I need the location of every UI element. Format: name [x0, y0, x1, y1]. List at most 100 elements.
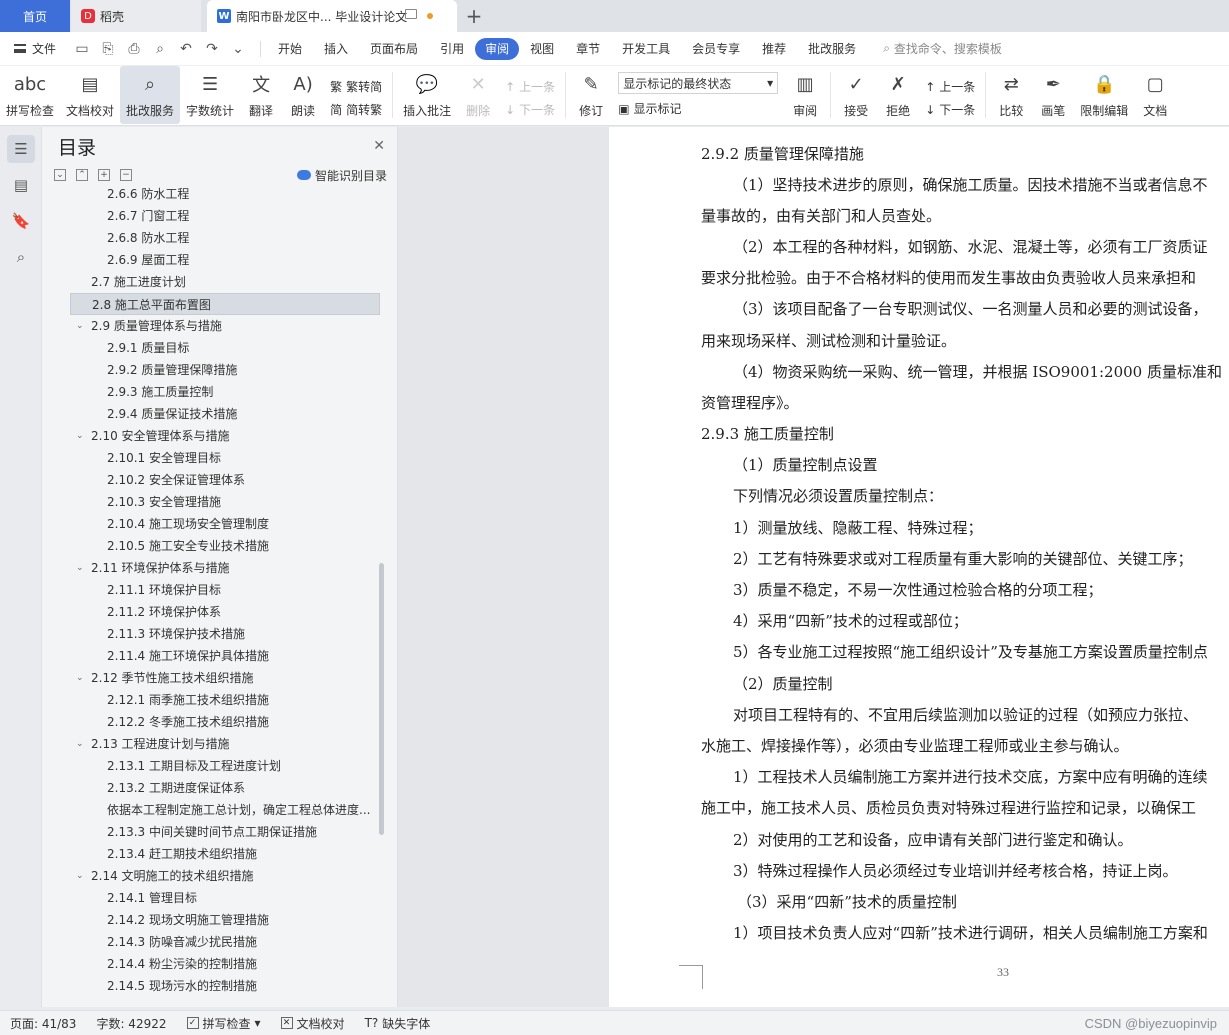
menu-grading-service[interactable]: 批改服务: [797, 38, 867, 60]
toc-item[interactable]: 2.7 施工进度计划: [70, 271, 380, 293]
chevron-down-icon[interactable]: ⌄: [76, 667, 84, 689]
doc-rights-button[interactable]: ▢ 文档: [1134, 66, 1176, 124]
bookmark-icon[interactable]: 🔖: [7, 207, 35, 235]
close-icon[interactable]: ✕: [373, 138, 385, 154]
toc-item[interactable]: 2.8 施工总平面布置图: [70, 293, 380, 315]
toc-item[interactable]: 2.13.4 赶工期技术组织措施: [70, 843, 380, 865]
proof-toggle[interactable]: ✕ 文档校对: [271, 1015, 355, 1032]
toc-item[interactable]: 2.9.1 质量目标: [70, 337, 380, 359]
toc-item[interactable]: 2.14.6 现场环境保护、安全防护措施: [70, 997, 380, 999]
toc-item[interactable]: 2.13.1 工期目标及工程进度计划: [70, 755, 380, 777]
restrict-edit-button[interactable]: 🔒 限制编辑: [1074, 66, 1134, 124]
toc-item[interactable]: 2.12.2 冬季施工技术组织措施: [70, 711, 380, 733]
toc-item[interactable]: 2.13.3 中间关键时间节点工期保证措施: [70, 821, 380, 843]
menu-review[interactable]: 审阅: [475, 37, 520, 60]
toc-item[interactable]: 依据本工程制定施工总计划，确定工程总体进度...: [70, 799, 380, 821]
page-indicator[interactable]: 页面: 41/83: [0, 1015, 86, 1032]
toc-item[interactable]: 2.13.2 工期进度保证体系: [70, 777, 380, 799]
word-count-button[interactable]: ☰ 字数统计: [180, 66, 240, 124]
expand-all-icon[interactable]: +: [98, 169, 110, 181]
toc-item[interactable]: 2.14.5 现场污水的控制措施: [70, 975, 380, 997]
window-mode-icon[interactable]: [405, 9, 417, 19]
chevron-down-icon[interactable]: ⌄: [230, 41, 246, 57]
spellcheck-button[interactable]: abc 拼写检查: [0, 66, 60, 124]
toc-item[interactable]: 2.10.2 安全保证管理体系: [70, 469, 380, 491]
toc-item[interactable]: 2.14.1 管理目标: [70, 887, 380, 909]
toc-item[interactable]: 2.14.3 防噪音减少扰民措施: [70, 931, 380, 953]
toc-item[interactable]: 2.6.9 屋面工程: [70, 249, 380, 271]
tab-docer[interactable]: D 稻壳: [71, 0, 201, 32]
next-comment-button[interactable]: ↓ 下一条: [505, 101, 555, 118]
chevron-down-icon[interactable]: ⌄: [76, 733, 84, 755]
print-preview-icon[interactable]: ⌕: [152, 41, 168, 57]
trad-to-simp-button[interactable]: 繁繁转简: [330, 78, 382, 95]
document-page[interactable]: 2.9.2 质量管理保障措施 （1）坚持技术进步的原则，确保施工质量。因技术措施…: [609, 127, 1229, 1007]
chevron-down-icon[interactable]: ⌄: [76, 315, 84, 337]
toc-item[interactable]: 2.6.7 门窗工程: [70, 205, 380, 227]
menu-view[interactable]: 视图: [519, 38, 565, 60]
collapse-down-icon[interactable]: ⌄: [54, 169, 66, 181]
next-change-button[interactable]: ↓ 下一条: [925, 101, 975, 118]
menu-recommend[interactable]: 推荐: [751, 38, 797, 60]
toc-item[interactable]: 2.14.4 粉尘污染的控制措施: [70, 953, 380, 975]
toc-item[interactable]: 2.11.2 环境保护体系: [70, 601, 380, 623]
track-changes-button[interactable]: ✎ 修订: [570, 66, 612, 124]
toc-item[interactable]: ⌄ 2.14 文明施工的技术组织措施: [70, 865, 380, 887]
chevron-down-icon[interactable]: ⌄: [76, 557, 84, 579]
menu-references[interactable]: 引用: [429, 38, 475, 60]
toc-item[interactable]: ⌄ 2.13 工程进度计划与措施: [70, 733, 380, 755]
undo-icon[interactable]: ↶: [178, 41, 194, 57]
toc-item[interactable]: ⌄ 2.12 季节性施工技术组织措施: [70, 667, 380, 689]
menu-page-layout[interactable]: 页面布局: [359, 38, 429, 60]
menu-member[interactable]: 会员专享: [681, 38, 751, 60]
collapse-up-icon[interactable]: ⌃: [76, 169, 88, 181]
redo-icon[interactable]: ↷: [204, 41, 220, 57]
menu-developer[interactable]: 开发工具: [611, 38, 681, 60]
translate-button[interactable]: 文翻译: [240, 66, 282, 124]
spellcheck-toggle[interactable]: ✓ 拼写检查 ▾: [177, 1015, 271, 1032]
toc-pane-icon[interactable]: ☰: [7, 135, 35, 163]
show-markup-button[interactable]: ▣ 显示标记: [612, 94, 784, 117]
chevron-down-icon[interactable]: ⌄: [76, 425, 84, 447]
toc-item[interactable]: 2.11.4 施工环境保护具体措施: [70, 645, 380, 667]
menu-start[interactable]: 开始: [267, 38, 313, 60]
delete-comment-button[interactable]: ✕ 删除: [457, 66, 499, 124]
toc-item[interactable]: 2.10.5 施工安全专业技术措施: [70, 535, 380, 557]
command-search[interactable]: ⌕ 查找命令、搜索模板: [883, 40, 1002, 57]
read-aloud-button[interactable]: A) 朗读: [282, 66, 324, 124]
toc-item[interactable]: ⌄ 2.9 质量管理体系与措施: [70, 315, 380, 337]
word-count-indicator[interactable]: 字数: 42922: [86, 1015, 176, 1032]
pen-button[interactable]: ✒ 画笔: [1032, 66, 1074, 124]
missing-font-button[interactable]: T? 缺失字体: [355, 1015, 441, 1032]
toc-item[interactable]: 2.6.6 防水工程: [70, 183, 380, 205]
collapse-all-icon[interactable]: −: [120, 169, 132, 181]
reject-button[interactable]: ✗ 拒绝: [877, 66, 919, 124]
toc-item[interactable]: 2.9.3 施工质量控制: [70, 381, 380, 403]
menu-insert[interactable]: 插入: [313, 38, 359, 60]
toc-item[interactable]: 2.6.8 防水工程: [70, 227, 380, 249]
export-pdf-icon[interactable]: ⎘: [100, 41, 116, 57]
menu-chapter[interactable]: 章节: [565, 38, 611, 60]
review-pane-button[interactable]: ▥ 审阅: [784, 66, 826, 124]
prev-comment-button[interactable]: ↑ 上一条: [505, 78, 555, 95]
toc-item[interactable]: 2.11.3 环境保护技术措施: [70, 623, 380, 645]
toc-item[interactable]: 2.10.1 安全管理目标: [70, 447, 380, 469]
prev-change-button[interactable]: ↑ 上一条: [925, 78, 975, 95]
toc-item[interactable]: 2.12.1 雨季施工技术组织措施: [70, 689, 380, 711]
simp-to-trad-button[interactable]: 简简转繁: [330, 101, 382, 118]
file-menu-button[interactable]: 文件: [0, 40, 66, 57]
new-tab-button[interactable]: +: [457, 0, 491, 32]
toc-item[interactable]: 2.10.4 施工现场安全管理制度: [70, 513, 380, 535]
smart-toc-button[interactable]: 智能识别目录: [296, 167, 387, 184]
compare-button[interactable]: ⇄ 比较: [990, 66, 1032, 124]
search-icon[interactable]: ⌕: [7, 243, 35, 271]
chapter-nav-icon[interactable]: ▤: [7, 171, 35, 199]
toc-item[interactable]: ⌄ 2.10 安全管理体系与措施: [70, 425, 380, 447]
toc-item[interactable]: 2.10.3 安全管理措施: [70, 491, 380, 513]
toc-item[interactable]: ⌄ 2.11 环境保护体系与措施: [70, 557, 380, 579]
toc-item[interactable]: 2.9.4 质量保证技术措施: [70, 403, 380, 425]
review-service-button[interactable]: ⌕ 批改服务: [120, 66, 181, 124]
tab-home[interactable]: 首页: [0, 0, 70, 32]
print-icon[interactable]: ⎙: [126, 41, 142, 57]
insert-comment-button[interactable]: 💬 插入批注: [397, 66, 457, 124]
